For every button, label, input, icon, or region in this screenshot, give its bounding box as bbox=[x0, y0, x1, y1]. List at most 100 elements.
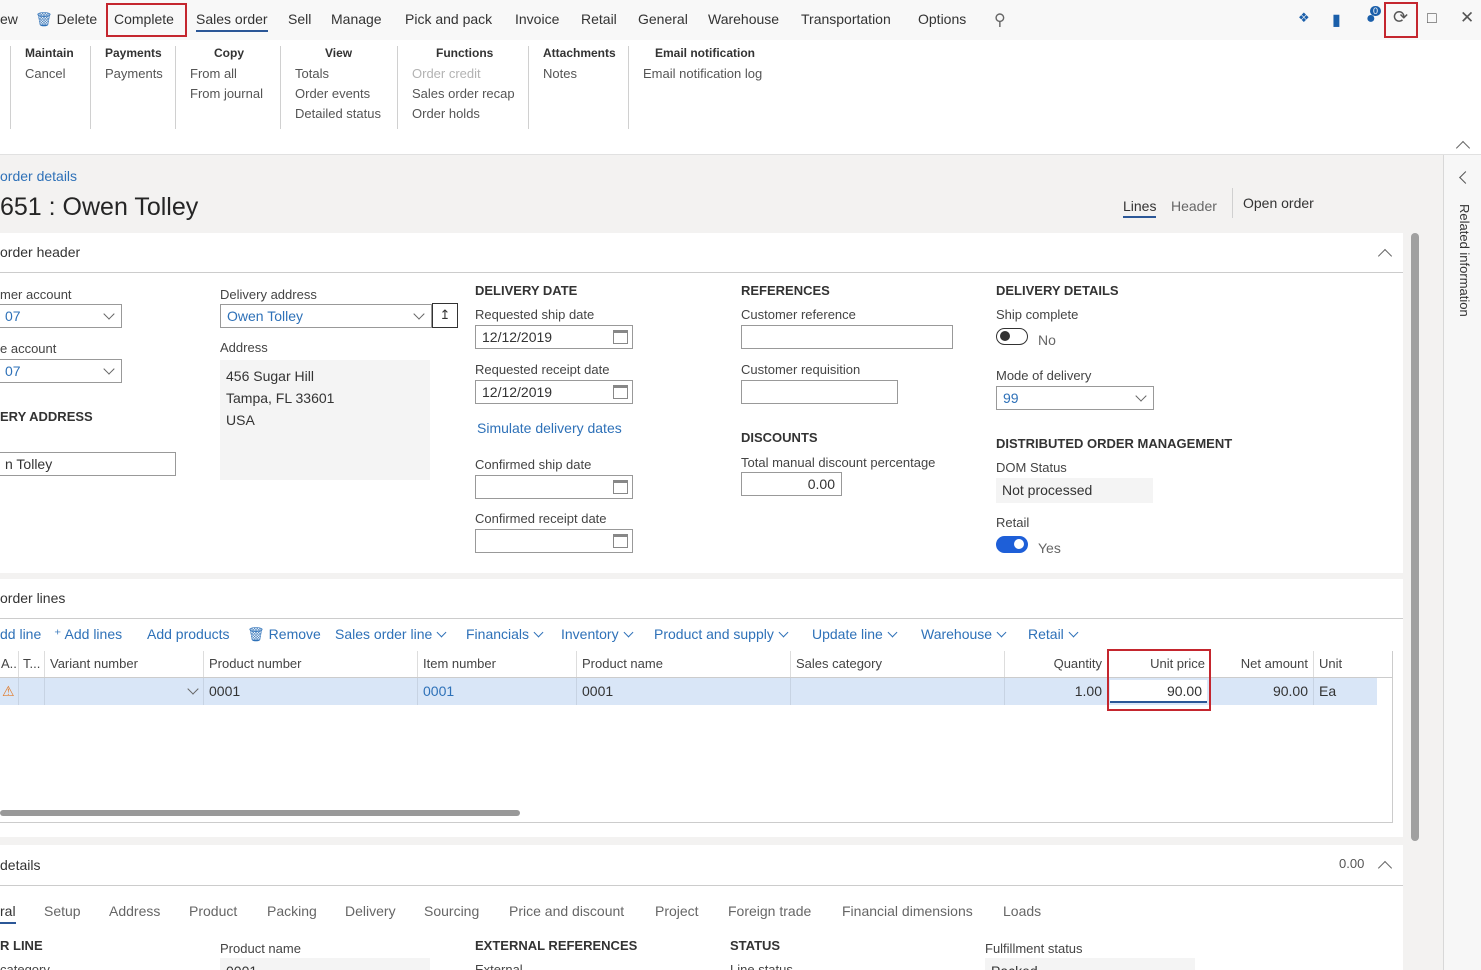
ship-complete-toggle[interactable] bbox=[996, 328, 1028, 345]
type-cell[interactable] bbox=[19, 678, 45, 705]
chevron-down-icon[interactable] bbox=[103, 363, 115, 375]
line-details-title[interactable]: details bbox=[0, 857, 40, 873]
remove-button[interactable]: 🗑 Remove bbox=[247, 626, 321, 643]
chevron-left-icon[interactable] bbox=[1459, 171, 1472, 184]
tab-sales-order[interactable]: Sales order bbox=[196, 11, 268, 32]
chevron-down-icon[interactable] bbox=[187, 683, 199, 695]
tab-invoice[interactable]: Invoice bbox=[515, 11, 559, 27]
tab-manage[interactable]: Manage bbox=[331, 11, 382, 27]
horizontal-scrollbar[interactable] bbox=[0, 810, 520, 816]
warehouse-menu[interactable]: Warehouse bbox=[921, 626, 1007, 642]
detailed-status-button[interactable]: Detailed status bbox=[281, 104, 397, 124]
confirmed-receipt-date-field[interactable] bbox=[475, 529, 633, 553]
customer-requisition-field[interactable] bbox=[741, 380, 898, 404]
add-lines-button[interactable]: ⁺ Add lines bbox=[54, 626, 122, 643]
search-icon[interactable]: ⚲ bbox=[994, 10, 1006, 30]
sales-category-cell[interactable] bbox=[791, 678, 1005, 705]
variant-number-cell[interactable] bbox=[45, 678, 204, 705]
open-new-window-icon[interactable]: □ bbox=[1427, 10, 1437, 28]
delivery-address-field[interactable]: Owen Tolley bbox=[220, 304, 432, 328]
detail-tab-foreign-trade[interactable]: Foreign trade bbox=[728, 903, 811, 919]
calendar-icon[interactable] bbox=[613, 385, 628, 399]
detail-tab-general[interactable]: ral bbox=[0, 903, 16, 924]
retail-toggle[interactable] bbox=[996, 536, 1028, 553]
product-name-cell[interactable]: 0001 bbox=[577, 678, 791, 705]
tab-header[interactable]: Header bbox=[1171, 198, 1217, 214]
requested-ship-date-field[interactable]: 12/12/2019 bbox=[475, 325, 633, 349]
customer-account-field[interactable]: 07 bbox=[0, 304, 122, 328]
column-header[interactable]: Variant number bbox=[45, 651, 204, 677]
add-products-button[interactable]: Add products bbox=[147, 626, 230, 642]
breadcrumb[interactable]: order details bbox=[0, 168, 77, 184]
detail-tab-project[interactable]: Project bbox=[655, 903, 699, 919]
sales-order-line-menu[interactable]: Sales order line bbox=[335, 626, 447, 642]
tab-new[interactable]: ew bbox=[0, 11, 18, 27]
order-credit-button[interactable]: Order credit bbox=[398, 64, 528, 84]
totals-button[interactable]: Totals bbox=[281, 64, 397, 84]
detail-tab-sourcing[interactable]: Sourcing bbox=[424, 903, 479, 919]
tab-general[interactable]: General bbox=[638, 11, 688, 27]
collapse-header-icon[interactable] bbox=[1377, 248, 1393, 264]
power-apps-icon[interactable]: ❖ bbox=[1298, 10, 1310, 26]
delete-button[interactable]: 🗑 Delete bbox=[35, 11, 97, 28]
column-header[interactable]: Quantity bbox=[1005, 651, 1108, 677]
column-header[interactable]: Unit bbox=[1314, 651, 1377, 677]
copy-from-all-button[interactable]: From all bbox=[176, 64, 280, 84]
calendar-icon[interactable] bbox=[613, 330, 628, 344]
related-information-label[interactable]: Related information bbox=[1457, 204, 1472, 317]
net-amount-cell[interactable]: 90.00 bbox=[1211, 678, 1314, 705]
quantity-cell[interactable]: 1.00 bbox=[1005, 678, 1108, 705]
detail-tab-loads[interactable]: Loads bbox=[1003, 903, 1041, 919]
financials-menu[interactable]: Financials bbox=[466, 626, 544, 642]
confirmed-ship-date-field[interactable] bbox=[475, 475, 633, 499]
notification-icon[interactable]: ● 0 bbox=[1366, 6, 1382, 28]
detail-tab-address[interactable]: Address bbox=[109, 903, 160, 919]
detail-tab-delivery[interactable]: Delivery bbox=[345, 903, 396, 919]
chevron-down-icon[interactable] bbox=[413, 308, 425, 320]
column-header[interactable]: Net amount bbox=[1211, 651, 1314, 677]
order-header-title[interactable]: order header bbox=[0, 244, 80, 260]
copy-from-journal-button[interactable]: From journal bbox=[176, 84, 280, 104]
detail-tab-product[interactable]: Product bbox=[189, 903, 237, 919]
detail-tab-setup[interactable]: Setup bbox=[44, 903, 81, 919]
invoice-account-field[interactable]: 07 bbox=[0, 359, 122, 383]
sales-order-recap-button[interactable]: Sales order recap bbox=[398, 84, 528, 104]
tab-options[interactable]: Options bbox=[918, 11, 966, 27]
inventory-menu[interactable]: Inventory bbox=[561, 626, 634, 642]
email-notification-log-button[interactable]: Email notification log bbox=[629, 64, 788, 84]
delivery-name-field[interactable]: n Tolley bbox=[0, 452, 176, 476]
chevron-down-icon[interactable] bbox=[1135, 390, 1147, 402]
product-number-cell[interactable]: 0001 bbox=[204, 678, 418, 705]
order-holds-button[interactable]: Order holds bbox=[398, 104, 528, 124]
requested-receipt-date-field[interactable]: 12/12/2019 bbox=[475, 380, 633, 404]
retail-menu[interactable]: Retail bbox=[1028, 626, 1079, 642]
tab-warehouse[interactable]: Warehouse bbox=[708, 11, 779, 27]
tab-transportation[interactable]: Transportation bbox=[801, 11, 891, 27]
tab-sell[interactable]: Sell bbox=[288, 11, 311, 27]
update-line-menu[interactable]: Update line bbox=[812, 626, 898, 642]
payments-button[interactable]: Payments bbox=[91, 64, 175, 84]
column-header[interactable]: Product name bbox=[577, 651, 791, 677]
notes-button[interactable]: Notes bbox=[529, 64, 628, 84]
column-header[interactable]: Sales category bbox=[791, 651, 1005, 677]
item-number-cell[interactable]: 0001 bbox=[418, 678, 577, 705]
tab-retail[interactable]: Retail bbox=[581, 11, 617, 27]
new-address-button[interactable]: ↥ bbox=[432, 303, 458, 328]
column-header[interactable]: Item number bbox=[418, 651, 577, 677]
column-header[interactable]: A... bbox=[0, 651, 19, 677]
detail-tab-financial-dimensions[interactable]: Financial dimensions bbox=[842, 903, 973, 919]
column-header[interactable]: T... bbox=[19, 651, 45, 677]
order-lines-title[interactable]: order lines bbox=[0, 590, 65, 606]
detail-tab-price-and-discount[interactable]: Price and discount bbox=[509, 903, 624, 919]
calendar-icon[interactable] bbox=[613, 480, 628, 494]
calendar-icon[interactable] bbox=[613, 534, 628, 548]
mode-of-delivery-field[interactable]: 99 bbox=[996, 386, 1154, 410]
collapse-details-icon[interactable] bbox=[1377, 860, 1393, 876]
product-and-supply-menu[interactable]: Product and supply bbox=[654, 626, 789, 642]
column-header[interactable]: Product number bbox=[204, 651, 418, 677]
close-icon[interactable]: ✕ bbox=[1460, 8, 1474, 28]
add-line-button[interactable]: dd line bbox=[0, 626, 41, 642]
unit-cell[interactable]: Ea bbox=[1314, 678, 1377, 705]
simulate-delivery-dates-link[interactable]: Simulate delivery dates bbox=[477, 420, 622, 436]
vertical-scrollbar[interactable] bbox=[1411, 233, 1419, 841]
